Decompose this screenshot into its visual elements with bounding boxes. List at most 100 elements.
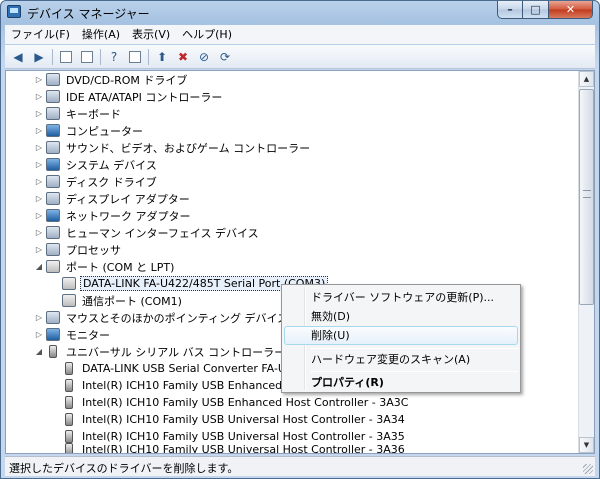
- computer-icon: [46, 124, 60, 137]
- title-bar[interactable]: デバイス マネージャー – □ ✕: [1, 1, 599, 23]
- usb-icon: [65, 379, 73, 392]
- device-manager-icon: [7, 5, 21, 18]
- tree-node-label: 通信ポート (COM1): [82, 294, 182, 308]
- expand-arrow-icon[interactable]: ▷: [34, 109, 44, 118]
- tree-node-keyboards[interactable]: ▷ キーボード: [34, 105, 123, 122]
- status-bar: 選択したデバイスのドライバーを削除します。: [5, 456, 595, 476]
- expand-arrow-icon[interactable]: ▷: [34, 228, 44, 237]
- tree-node-system-devices[interactable]: ▷ システム デバイス: [34, 156, 159, 173]
- properties-menu-item[interactable]: プロパティ(R): [284, 373, 518, 392]
- tree-node-hid[interactable]: ▷ ヒューマン インターフェイス デバイス: [34, 224, 261, 241]
- tree-node-monitors[interactable]: ▷ モニター: [34, 326, 112, 343]
- scroll-thumb[interactable]: [579, 89, 594, 305]
- window-controls: – □ ✕: [497, 1, 593, 20]
- view-icon[interactable]: [126, 48, 144, 66]
- menu-action[interactable]: 操作(A): [76, 25, 126, 44]
- tree-node-mice[interactable]: ▷ マウスとそのほかのポインティング デバイス: [34, 309, 290, 326]
- expand-arrow-icon[interactable]: ▷: [34, 330, 44, 339]
- collapse-arrow-icon[interactable]: ◢: [34, 347, 44, 356]
- usb-icon: [49, 345, 57, 358]
- tree-node-label: コンピューター: [66, 124, 143, 138]
- tree-node-computer[interactable]: ▷ コンピューター: [34, 122, 145, 139]
- maximize-button[interactable]: □: [523, 1, 549, 19]
- update-driver-icon[interactable]: ⬆: [153, 48, 171, 66]
- disable-icon[interactable]: ⊘: [195, 48, 213, 66]
- scroll-down-arrow-icon[interactable]: ▼: [579, 437, 594, 453]
- tree-node-label: DVD/CD-ROM ドライブ: [66, 73, 188, 87]
- usb-icon: [65, 443, 73, 453]
- device-manager-window: デバイス マネージャー – □ ✕ ファイル(F) 操作(A) 表示(V) ヘル…: [0, 0, 600, 479]
- usb-icon: [65, 413, 73, 426]
- menu-file[interactable]: ファイル(F): [5, 25, 76, 44]
- help-icon[interactable]: ?: [105, 48, 123, 66]
- expand-arrow-icon[interactable]: ▷: [34, 211, 44, 220]
- usb-icon: [65, 362, 73, 375]
- minimize-button[interactable]: –: [497, 1, 523, 19]
- tree-node-usb-enhanced-host[interactable]: Intel(R) ICH10 Family USB Enhanced Host: [50, 377, 313, 394]
- tree-node-label: IDE ATA/ATAPI コントローラー: [66, 90, 223, 104]
- context-menu: ドライバー ソフトウェアの更新(P)... 無効(D) 削除(U) ハードウェア…: [281, 284, 521, 393]
- window-title: デバイス マネージャー: [27, 7, 150, 21]
- tree-node-com1[interactable]: 通信ポート (COM1): [50, 292, 184, 309]
- tree-node-usb-controllers[interactable]: ◢ ユニバーサル シリアル バス コントローラー: [34, 343, 287, 360]
- tree-node-datalink-usb-converter[interactable]: DATA-LINK USB Serial Converter FA-U422: [50, 360, 309, 377]
- properties-icon[interactable]: [78, 48, 96, 66]
- menu-bar: ファイル(F) 操作(A) 表示(V) ヘルプ(H): [5, 25, 595, 44]
- scroll-grip: [583, 190, 591, 198]
- menu-help[interactable]: ヘルプ(H): [176, 25, 238, 44]
- forward-icon[interactable]: ▶: [30, 48, 48, 66]
- port-icon: [46, 260, 60, 273]
- tree-node-display-adapters[interactable]: ▷ ディスプレイ アダプター: [34, 190, 192, 207]
- tree-node-usb-enhanced-3a3c[interactable]: Intel(R) ICH10 Family USB Enhanced Host …: [50, 394, 410, 411]
- tree-node-label: ディスク ドライブ: [66, 175, 157, 189]
- tree-node-dvd-drives[interactable]: ▷ DVD/CD-ROM ドライブ: [34, 71, 189, 88]
- expand-arrow-icon[interactable]: ▷: [34, 126, 44, 135]
- tree-node-sound-video[interactable]: ▷ サウンド、ビデオ、およびゲーム コントローラー: [34, 139, 312, 156]
- expand-arrow-icon[interactable]: ▷: [34, 92, 44, 101]
- expand-arrow-icon[interactable]: ▷: [34, 177, 44, 186]
- menu-separator: [310, 348, 518, 349]
- expand-arrow-icon[interactable]: ▷: [34, 194, 44, 203]
- scan-hardware-icon[interactable]: ⟳: [216, 48, 234, 66]
- expand-arrow-icon[interactable]: ▷: [34, 143, 44, 152]
- update-driver-menu-item[interactable]: ドライバー ソフトウェアの更新(P)...: [284, 288, 518, 307]
- expand-arrow-icon[interactable]: ▷: [34, 75, 44, 84]
- disable-menu-item[interactable]: 無効(D): [284, 307, 518, 326]
- scan-hardware-menu-item[interactable]: ハードウェア変更のスキャン(A): [284, 350, 518, 369]
- tree-node-disk-drives[interactable]: ▷ ディスク ドライブ: [34, 173, 159, 190]
- tree-node-label: キーボード: [66, 107, 121, 121]
- tree-node-label: モニター: [66, 328, 110, 342]
- tree-node-ide-controllers[interactable]: ▷ IDE ATA/ATAPI コントローラー: [34, 88, 224, 105]
- expand-arrow-icon[interactable]: ▷: [34, 313, 44, 322]
- system-device-icon: [46, 158, 60, 171]
- collapse-arrow-icon[interactable]: ◢: [34, 262, 44, 271]
- tree-node-label: Intel(R) ICH10 Family USB Enhanced Host: [82, 379, 311, 392]
- serial-port-icon: [62, 294, 76, 307]
- expand-arrow-icon[interactable]: ▷: [34, 160, 44, 169]
- disk-drive-icon: [46, 175, 60, 188]
- resize-grip-icon[interactable]: [583, 464, 593, 474]
- close-button[interactable]: ✕: [549, 1, 593, 19]
- uninstall-icon[interactable]: ✖: [174, 48, 192, 66]
- tree-node-network-adapters[interactable]: ▷ ネットワーク アダプター: [34, 207, 193, 224]
- scroll-up-arrow-icon[interactable]: ▲: [579, 71, 594, 87]
- show-hide-tree-icon[interactable]: [57, 48, 75, 66]
- tree-node-label: マウスとそのほかのポインティング デバイス: [66, 311, 289, 325]
- menu-view[interactable]: 表示(V): [126, 25, 176, 44]
- tree-node-usb-universal-3a34[interactable]: Intel(R) ICH10 Family USB Universal Host…: [50, 411, 407, 428]
- tree-node-processors[interactable]: ▷ プロセッサ: [34, 241, 123, 258]
- toolbar-separator: [148, 48, 149, 65]
- tree-node-label: プロセッサ: [66, 243, 121, 257]
- back-icon[interactable]: ◀: [9, 48, 27, 66]
- tree-node-usb-universal-3a36[interactable]: Intel(R) ICH10 Family USB Universal Host…: [50, 441, 407, 454]
- uninstall-menu-item[interactable]: 削除(U): [284, 326, 518, 345]
- serial-port-icon: [62, 277, 76, 290]
- expand-arrow-icon[interactable]: ▷: [34, 245, 44, 254]
- tree-node-label: Intel(R) ICH10 Family USB Universal Host…: [82, 413, 405, 426]
- tree-node-label: ネットワーク アダプター: [66, 209, 191, 223]
- vertical-scrollbar[interactable]: ▲ ▼: [578, 71, 594, 453]
- network-adapter-icon: [46, 209, 60, 222]
- tree-node-label: Intel(R) ICH10 Family USB Universal Host…: [82, 443, 405, 454]
- dvd-drive-icon: [46, 73, 60, 86]
- tree-node-ports[interactable]: ◢ ポート (COM と LPT): [34, 258, 176, 275]
